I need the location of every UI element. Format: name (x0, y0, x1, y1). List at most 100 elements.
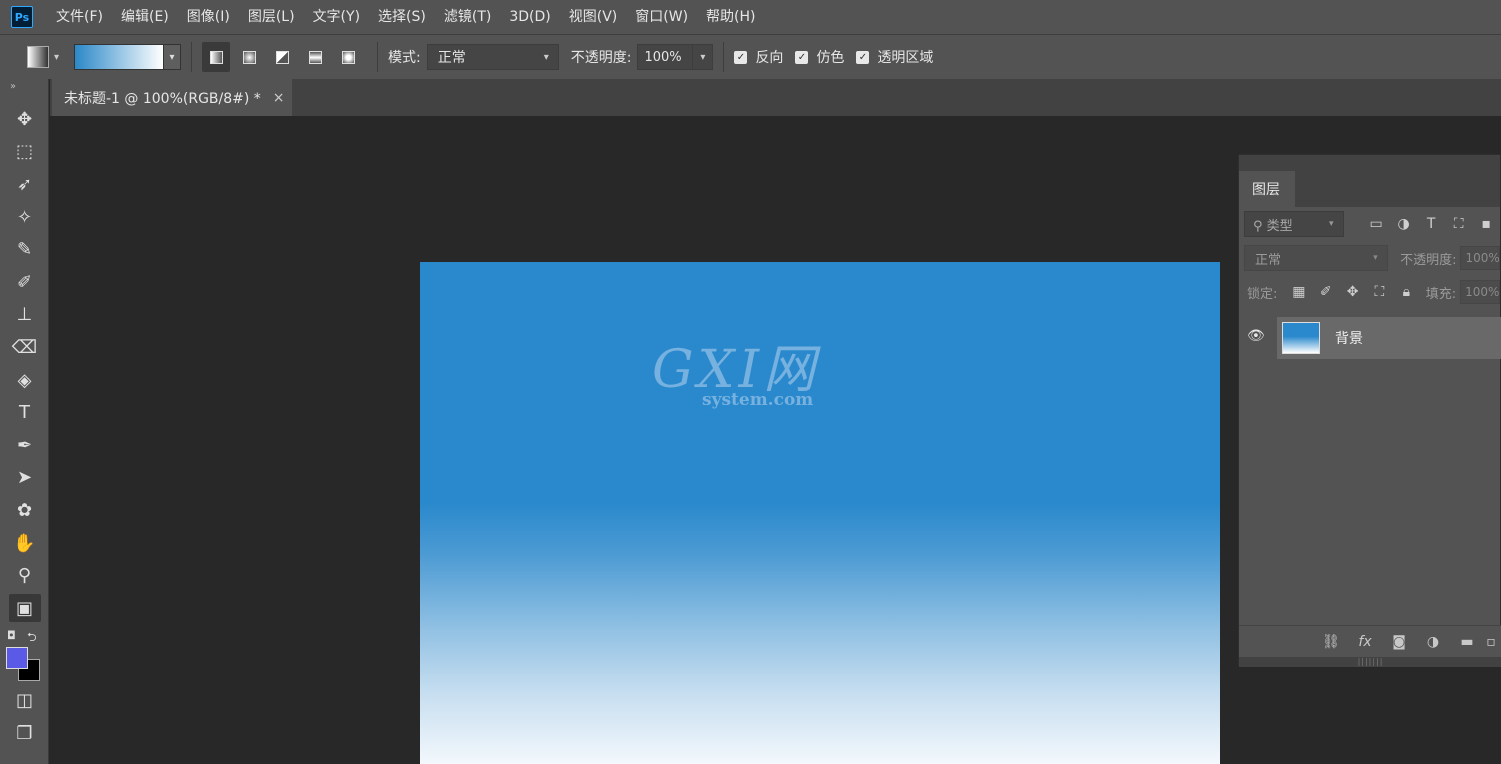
lasso-tool[interactable]: ➶ (0, 168, 49, 201)
lock-image-pixels-icon[interactable]: ✐ (1312, 284, 1339, 300)
lock-label: 锁定: (1247, 286, 1278, 302)
blend-mode-select[interactable]: 正常 ▾ (1244, 245, 1389, 271)
menu-3d[interactable]: 3D(D) (500, 0, 559, 34)
menu-help[interactable]: 帮助(H) (697, 0, 764, 34)
hand-tool[interactable]: ✋ (0, 527, 49, 560)
type-tool[interactable]: T (0, 396, 49, 429)
menu-layer[interactable]: 图层(L) (239, 0, 304, 34)
document-tab[interactable]: 未标题-1 @ 100%(RGB/8#) * × (52, 79, 292, 116)
custom-shape-tool[interactable]: ✿ (0, 494, 49, 527)
diamond-gradient-button[interactable] (334, 42, 362, 72)
swap-colors-icon[interactable]: ⮌ (27, 628, 37, 649)
pen-tool[interactable]: ✒ (0, 429, 49, 462)
fill-label: 填充: (1425, 286, 1457, 302)
chevron-down-icon[interactable]: ▾ (54, 52, 66, 63)
gradient-tool[interactable]: ▣ (0, 592, 49, 625)
layer-style-fx-icon[interactable]: fx (1348, 634, 1382, 650)
visibility-eye-icon[interactable]: 👁︎ (1247, 328, 1265, 344)
opacity-chevron-icon[interactable]: ▾ (693, 44, 714, 70)
photoshop-logo-icon: Ps (11, 6, 33, 28)
gradient-preview[interactable] (74, 44, 164, 70)
eraser-tool[interactable]: ⌫ (0, 331, 49, 364)
divider (377, 42, 378, 72)
layer-opacity-input[interactable]: 100% (1460, 246, 1500, 270)
gradient-icon: ▣ (8, 594, 41, 623)
document-canvas[interactable]: GXI网 system.com (420, 262, 1220, 764)
tools-panel: ›› ✥ ⬚ ➶ ✧ ✎ ✐ ⊥ ⌫ ◈ T ✒ ➤ ✿ ✋ ⚲ ▣ ◘ ⮌ ◫ ❐ (0, 79, 49, 764)
menu-select[interactable]: 选择(S) (369, 0, 435, 34)
transparency-checkbox[interactable]: ✓ 透明区域 (856, 47, 933, 67)
options-bar: ▾ ▾ 模式: 正常 ▾ 不透明度: 100% ▾ ✓ 反向 ✓ 仿色 ✓ 透明… (0, 34, 1501, 79)
chevron-down-icon: ▾ (1373, 253, 1378, 263)
mode-label: 模式: (388, 50, 421, 66)
quick-mask-icon: ◫ (15, 690, 33, 712)
link-layers-icon[interactable]: ⛓ (1314, 634, 1348, 650)
foreground-color-swatch[interactable] (6, 646, 28, 669)
smart-object-filter-icon[interactable]: ▪ (1472, 216, 1500, 232)
menu-bar: Ps 文件(F) 编辑(E) 图像(I) 图层(L) 文字(Y) 选择(S) 滤… (0, 0, 1501, 34)
checkmark-icon: ✓ (734, 50, 748, 64)
fill-input[interactable]: 100% (1460, 280, 1500, 304)
tab-layers[interactable]: 图层 (1239, 171, 1295, 207)
path-selection-tool[interactable]: ➤ (0, 462, 49, 495)
layer-row[interactable]: 背景 (1277, 317, 1501, 359)
menu-filter[interactable]: 滤镜(T) (435, 0, 500, 34)
adjustment-filter-icon[interactable]: ◑ (1390, 216, 1418, 232)
tool-preset-icon[interactable] (27, 46, 49, 68)
dither-checkbox[interactable]: ✓ 仿色 (795, 47, 844, 67)
layers-panel-tabs: 图层 (1239, 171, 1500, 207)
magic-wand-icon: ✧ (16, 206, 33, 228)
move-tool[interactable]: ✥ (0, 103, 49, 136)
layer-filter-select[interactable]: ⚲ 类型 ▾ (1244, 211, 1344, 237)
panel-collapse-icon[interactable]: ›› (0, 79, 48, 103)
menu-type[interactable]: 文字(Y) (304, 0, 369, 34)
adjustment-layer-icon[interactable]: ◑ (1416, 634, 1450, 650)
lock-position-icon[interactable]: ✥ (1339, 284, 1366, 300)
brush-tool[interactable]: ✐ (0, 266, 49, 299)
menu-window[interactable]: 窗口(W) (626, 0, 697, 34)
paint-bucket-tool[interactable]: ◈ (0, 364, 49, 397)
default-colors-icon[interactable]: ◘ (7, 629, 16, 642)
radial-gradient-button[interactable] (235, 42, 263, 72)
lock-transparent-pixels-icon[interactable]: ▦ (1285, 284, 1312, 300)
checkmark-icon: ✓ (856, 50, 870, 64)
lock-all-icon[interactable]: 🔒︎ (1393, 284, 1420, 300)
mode-value: 正常 (437, 50, 466, 66)
lock-artboard-icon[interactable]: ⛶ (1366, 284, 1393, 300)
menu-edit[interactable]: 编辑(E) (112, 0, 178, 34)
document-tab-bar: 未标题-1 @ 100%(RGB/8#) * × (50, 79, 1501, 116)
new-group-folder-icon[interactable]: ▬ (1450, 634, 1484, 650)
quick-mask-button[interactable]: ◫ (0, 685, 49, 718)
menu-file[interactable]: 文件(F) (47, 0, 112, 34)
custom-shape-icon: ✿ (16, 499, 33, 521)
reflected-gradient-button[interactable] (301, 42, 329, 72)
magic-wand-tool[interactable]: ✧ (0, 201, 49, 234)
stamp-tool[interactable]: ⊥ (0, 299, 49, 332)
type-filter-icon[interactable]: T (1417, 216, 1445, 232)
menu-image[interactable]: 图像(I) (178, 0, 239, 34)
angle-gradient-button[interactable] (268, 42, 296, 72)
layer-filter-row: ⚲ 类型 ▾ ▭ ◑ T ⛶ ▪ (1239, 207, 1500, 241)
image-filter-icon[interactable]: ▭ (1362, 216, 1390, 232)
screen-mode-button[interactable]: ❐ (0, 717, 49, 750)
layers-panel-footer: ⛓ fx ◙ ◑ ▬ ▫ (1239, 625, 1501, 657)
reverse-checkbox[interactable]: ✓ 反向 (734, 47, 783, 67)
opacity-input[interactable]: 100% (637, 44, 694, 70)
stamp-icon: ⊥ (16, 304, 33, 326)
watermark: GXI网 system.com (652, 342, 819, 410)
layer-thumbnail (1282, 322, 1320, 354)
gradient-picker-chevron-icon[interactable]: ▾ (164, 44, 181, 70)
shape-filter-icon[interactable]: ⛶ (1445, 216, 1473, 232)
panel-resize-grip[interactable]: ||||||| (1239, 657, 1501, 667)
menu-view[interactable]: 视图(V) (560, 0, 627, 34)
new-layer-icon[interactable]: ▫ (1484, 634, 1498, 650)
add-mask-icon[interactable]: ◙ (1382, 634, 1416, 650)
reverse-label: 反向 (755, 50, 784, 66)
linear-gradient-button[interactable] (202, 42, 230, 72)
marquee-tool[interactable]: ⬚ (0, 136, 49, 169)
mode-select[interactable]: 正常 ▾ (426, 44, 559, 70)
layer-name: 背景 (1335, 331, 1363, 347)
zoom-tool[interactable]: ⚲ (0, 559, 49, 592)
eyedropper-tool[interactable]: ✎ (0, 233, 49, 266)
close-icon[interactable]: × (273, 90, 285, 106)
